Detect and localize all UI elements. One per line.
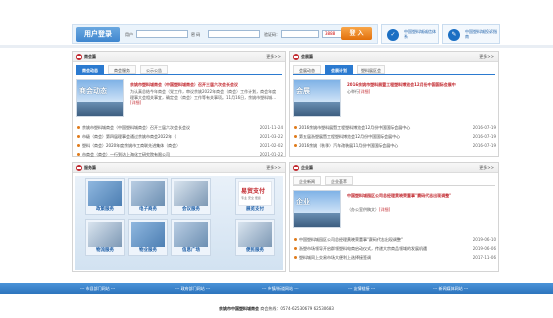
tab-exhibition-zone[interactable]: 塑料展区会: [357, 65, 385, 74]
service-tile-convenience[interactable]: 便民服务: [235, 219, 275, 256]
detail-link[interactable]: [详细]: [379, 207, 390, 212]
shield-icon: ✓: [387, 29, 399, 41]
panel-bullet-icon: [293, 165, 299, 171]
password-input[interactable]: [208, 30, 260, 38]
news-summary: （办公室供稿文）[详细]: [347, 207, 391, 212]
copyright-org: 余姚市中国塑料城商会: [219, 306, 260, 311]
news-summary: 心举行[详细]: [347, 89, 371, 94]
list-item[interactable]: 中国塑料城园区公司总经理黄晓荣董事"赛码代志出现调整" 2019-06-10: [294, 237, 496, 243]
password-label: 密 码: [191, 32, 201, 37]
panel-header: 会展篇 更多>>: [290, 52, 498, 62]
more-link[interactable]: 更多>>: [266, 54, 281, 60]
service-tile-meeting[interactable]: 会议服务: [171, 178, 211, 215]
top-banner: [0, 0, 553, 22]
news-thumbnail[interactable]: 商会动态: [76, 79, 124, 117]
footer-select-city[interactable]: --- 市县部门网站 ---: [80, 286, 115, 292]
panel-header: 企业篇 更多>>: [290, 163, 498, 173]
thumbnail-caption: 企业: [296, 198, 310, 206]
tab-underline: [293, 74, 495, 75]
panel-bullet-icon: [293, 54, 299, 60]
exhibition-panel: 会展篇 更多>> 会展动态 会展计划 塑料展区会 会展 2016余姚市塑料展暨工…: [289, 51, 499, 157]
tab-chamber-news[interactable]: 商会动态: [76, 65, 104, 74]
copyright-contact: 商会热线：0574-62530679 62530683: [259, 306, 334, 311]
login-button[interactable]: 登 入: [341, 27, 372, 40]
panel-header: 服务篇 更多>>: [73, 163, 285, 173]
thumbnail-caption: 商会动态: [79, 87, 107, 95]
tab-enterprise-news[interactable]: 企业新闻: [293, 176, 321, 185]
more-link[interactable]: 更多>>: [266, 165, 281, 171]
more-link[interactable]: 更多>>: [479, 165, 494, 171]
ebuy-slogan: 专业 安全 便捷: [241, 196, 261, 200]
list-item[interactable]: 余姚市塑料城商会（中国塑料城商会）召开三届六次会长会议 2021-11-24: [77, 125, 283, 131]
login-title: 用户登录: [76, 27, 120, 42]
copyright: 余姚市中国塑料城商会 商会热线：0574-62530679 62530683: [0, 306, 553, 312]
list-item[interactable]: 市商会（商会）一行到访上海化工研究院有限公司 2021-01-22: [77, 152, 283, 158]
list-item[interactable]: 塑料（商会）2020年度余姚市工商联先进集体（商会） 2021-02-02: [77, 143, 283, 149]
username-input[interactable]: [136, 30, 188, 38]
service-tile-ecommerce[interactable]: 电子商务: [128, 178, 168, 215]
panel-header: 商会篇 更多>>: [73, 52, 285, 62]
divider: [0, 45, 553, 48]
service-panel: 服务篇 更多>> 政策服务 电子商务 会议服务 物流服务 物业服务 信息广场 便…: [72, 162, 286, 272]
credit-system-label: 中国塑料城诚信体系: [404, 29, 436, 39]
footer-select-town[interactable]: --- 乡镇/街道网站 ---: [262, 286, 299, 292]
panel-bullet-icon: [76, 165, 82, 171]
tab-enterprise-showcase[interactable]: 企业荟萃: [325, 176, 353, 185]
login-bar: 用户登录 用户 密 码 验证码： 3888: [72, 24, 378, 44]
news-summary: 为认真总结今年商会（党工作，审议余姚2022年商会（商会）工作计划，商会年度理事…: [130, 89, 277, 106]
service-tile-property[interactable]: 物业服务: [128, 219, 168, 256]
list-item[interactable]: 第五届浙塑展暨工程塑料博览会12月份中国国际会展中心 2016-07-19: [294, 134, 496, 140]
list-item[interactable]: 市级（商会）第四届理事会通过余姚市商会2022年（ 2021-03-22: [77, 134, 283, 140]
list-item[interactable]: 浙塑市场领导开启群领塑料电商启动仪式，传递大宗商品领域的发展机遇 2019-06-…: [294, 246, 496, 252]
captcha-code: 3888: [325, 31, 336, 36]
list-item[interactable]: 2016余姚（秋季）汽车改装展11月份中国国际会展中心 2016-07-19: [294, 143, 496, 149]
news-headline[interactable]: 2016余姚市塑料展暨工程塑料博览会12月份中国国际会展中: [347, 82, 456, 88]
panel-title: 会展篇: [301, 54, 313, 59]
detail-link[interactable]: [详细]: [359, 89, 370, 94]
news-headline[interactable]: 余姚市塑料城商会（中国塑料城商会）召开三届六次会长会议: [130, 82, 238, 88]
panel-title: 服务篇: [84, 165, 96, 170]
panel-bullet-icon: [76, 54, 82, 60]
complaint-guide-button[interactable]: ✎ 中国塑料城投诉指南: [442, 24, 500, 44]
captcha-input[interactable]: [281, 30, 319, 38]
service-tile-payment[interactable]: 易贸支付 专业 安全 便捷 展览支付: [235, 178, 275, 215]
list-item[interactable]: 塑料城同上交易市场大便利上选择接签调 2017-11-06: [294, 255, 496, 261]
list-item[interactable]: 2016余姚市塑料展暨工程塑料博览会12月份中国国际会展中心 2016-07-19: [294, 125, 496, 131]
tab-underline: [293, 185, 495, 186]
footer-select-friends[interactable]: --- 友情链接 ---: [348, 286, 375, 292]
news-thumbnail[interactable]: 会展: [293, 79, 341, 117]
tab-announcements[interactable]: 公示公告: [140, 65, 168, 74]
tab-underline: [76, 74, 282, 75]
panel-title: 企业篇: [301, 165, 313, 170]
document-icon: ✎: [448, 29, 460, 41]
credit-system-button[interactable]: ✓ 中国塑料城诚信体系: [381, 24, 439, 44]
panel-title: 商会篇: [84, 54, 96, 59]
service-tile-logistics[interactable]: 物流服务: [85, 219, 125, 256]
thumbnail-caption: 会展: [296, 87, 310, 95]
footer-select-gov[interactable]: --- 政府部门网站 ---: [175, 286, 210, 292]
service-tile-policy[interactable]: 政策服务: [85, 178, 125, 215]
username-label: 用户: [125, 32, 133, 37]
footer-select-media[interactable]: --- 新闻媒体网站 ---: [433, 286, 468, 292]
more-link[interactable]: 更多>>: [479, 54, 494, 60]
service-tile-info[interactable]: 信息广场: [171, 219, 211, 256]
enterprise-panel: 企业篇 更多>> 企业新闻 企业荟萃 企业 中国塑料城园区公司总经理黄晓荣董事"…: [289, 162, 499, 272]
captcha-label: 验证码：: [264, 32, 280, 37]
complaint-guide-label: 中国塑料城投诉指南: [465, 29, 497, 39]
chamber-panel: 商会篇 更多>> 商会动态 商会服务 公示公告 商会动态 余姚市塑料城商会（中国…: [72, 51, 286, 157]
tab-chamber-service[interactable]: 商会服务: [108, 65, 136, 74]
news-headline[interactable]: 中国塑料城园区公司总经理黄晓荣董事"赛码代志出现调整": [347, 193, 495, 198]
news-thumbnail[interactable]: 企业: [293, 190, 341, 228]
footer-link-bar: --- 市县部门网站 --- --- 政府部门网站 --- --- 乡镇/街道网…: [0, 283, 553, 294]
ebuy-logo: 易贸支付: [241, 188, 266, 195]
detail-link[interactable]: [详细]: [130, 100, 141, 105]
tab-exhibition-plan[interactable]: 会展计划: [325, 65, 353, 74]
tab-exhibition-news[interactable]: 会展动态: [293, 65, 321, 74]
